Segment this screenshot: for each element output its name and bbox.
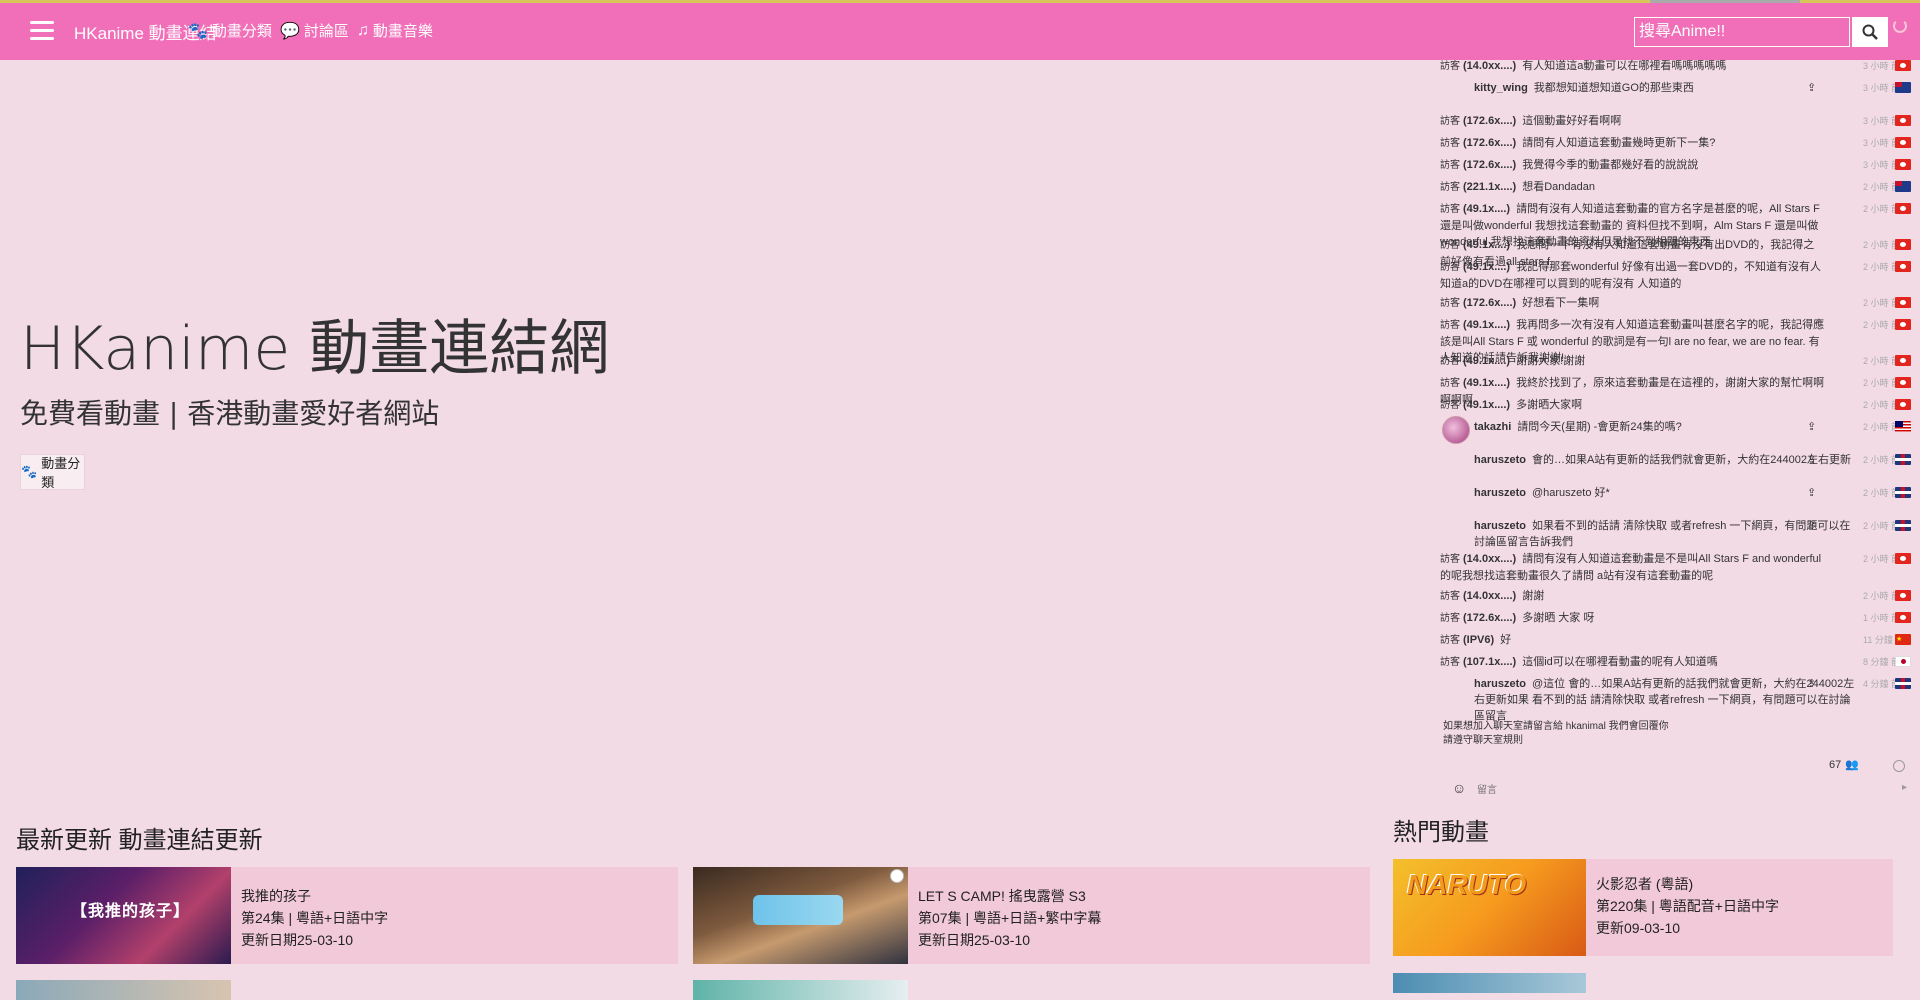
chat-notice: 如果想加入聊天室請留言給 hkanimal 我們會回覆你 請遵守聊天室規則: [1443, 721, 1669, 746]
anime-episode: 第220集 | 粵語配音+日語中字: [1596, 898, 1779, 914]
anime-title[interactable]: 我推的孩子: [241, 885, 388, 907]
hk-flag-icon: [1895, 319, 1911, 330]
chat-message: 訪客 (107.1x....) 這個id可以在哪裡看動畫的呢有人知道嗎 8 分鐘 前: [1440, 654, 1911, 671]
share-icon[interactable]: ⇪: [1807, 452, 1816, 468]
chat-message: 訪客 (14.0xx....) 有人知道這a動畫可以在哪裡看嗎嗎嗎嗎嗎 3 小時 前: [1440, 58, 1911, 75]
nav-item-categories[interactable]: 🐾 動畫分類: [188, 20, 272, 41]
send-arrow-icon[interactable]: ▸: [1902, 782, 1907, 793]
music-icon: ♫: [356, 21, 369, 39]
hk-flag-icon: [1895, 297, 1911, 308]
chat-message: 訪客 (IPV6) 好 11 分鐘 前: [1440, 632, 1911, 649]
gb-flag-icon: [1895, 454, 1911, 465]
chat-message: 訪客 (49.1x....) 謝謝大家!謝謝 2 小時 前: [1440, 353, 1911, 370]
share-icon[interactable]: ⇪: [1807, 419, 1816, 435]
status-circle-icon[interactable]: [1893, 760, 1905, 772]
jp-flag-icon: [1895, 656, 1911, 667]
comments-icon: 💬: [279, 22, 300, 40]
anime-date: 更新日期25-03-10: [918, 932, 1031, 948]
nav-item-music[interactable]: ♫ 動畫音樂: [357, 20, 433, 41]
gb-flag-icon: [1895, 487, 1911, 498]
chat-message: 訪客 (221.1x....) 想看Dandadan 2 小時 前: [1440, 179, 1911, 196]
hk-flag-icon: [1895, 203, 1911, 214]
anime-thumbnail[interactable]: [16, 980, 231, 1000]
main-nav: 🐾 動畫分類 💬 討論區 ♫ 動畫音樂: [188, 20, 433, 41]
chat-message: 訪客 (14.0xx....) 請問有沒有人知道這套動畫是不是叫All Stars …: [1440, 551, 1911, 584]
hk-flag-icon: [1895, 137, 1911, 148]
anime-episode: 第07集 | 粵語+日語+繁中字幕: [918, 910, 1102, 926]
hero-title: HKanime 動畫連結網: [20, 314, 610, 384]
chat-message: haruszeto @這位 會的…如果A站有更新的話我們就會更新，大約在24400…: [1440, 676, 1911, 724]
chat-message: 訪客 (172.6x....) 請問有人知道這套動畫幾時更新下一集? 3 小時 前: [1440, 135, 1911, 152]
chat-message: 訪客 (49.1x....) 多謝晒大家啊 2 小時 前: [1440, 397, 1911, 414]
popular-section-title: 熱門動畫: [1393, 819, 1489, 846]
au-flag-icon: [1895, 181, 1911, 192]
chat-message: 訪客 (172.6x....) 好想看下一集啊 2 小時 前: [1440, 295, 1911, 312]
share-icon[interactable]: ⇪: [1807, 676, 1816, 692]
chat-box: 訪客 (14.0xx....) 有人知道這a動畫可以在哪裡看嗎嗎嗎嗎嗎 3 小時 前 …: [1440, 56, 1911, 750]
chat-message: 訪客 (172.6x....) 這個動畫好好看啊啊 3 小時 前: [1440, 113, 1911, 130]
nav-item-forum[interactable]: 💬 討論區: [280, 20, 349, 41]
anime-title[interactable]: 火影忍者 (粵語): [1596, 873, 1779, 895]
chat-message-input[interactable]: [1475, 781, 1875, 799]
au-flag-icon: [1895, 82, 1911, 93]
hk-flag-icon: [1895, 261, 1911, 272]
share-icon[interactable]: ⇪: [1807, 485, 1816, 501]
chat-message: haruszeto 會的…如果A站有更新的話我們就會更新，大約在244002左右更…: [1440, 452, 1911, 468]
chat-message: 訪客 (49.1x....) 我記得那套wonderful 好像有出過一套DVD的，…: [1440, 259, 1911, 292]
hk-flag-icon: [1895, 612, 1911, 623]
emoji-icon[interactable]: ☺: [1452, 780, 1466, 796]
chat-message: 訪客 (172.6x....) 多謝晒 大家 呀1 小時 前: [1440, 610, 1911, 627]
anime-thumbnail[interactable]: [693, 867, 908, 964]
paw-icon: 🐾: [188, 22, 208, 40]
gb-flag-icon: [1895, 520, 1911, 531]
online-count: 67 👥: [1829, 758, 1859, 772]
hk-flag-icon: [1895, 355, 1911, 366]
anime-card[interactable]: 【我推的孩子】 我推的孩子 第24集 | 粵語+日語中字 更新日期25-03-1…: [16, 867, 678, 964]
anime-date: 更新09-03-10: [1596, 920, 1681, 936]
hero-categories-button[interactable]: 🐾 動畫分類: [20, 454, 85, 490]
top-navbar: HKanime 動畫連結 🐾 動畫分類 💬 討論區 ♫ 動畫音樂: [0, 3, 1920, 60]
hk-flag-icon: [1895, 399, 1911, 410]
anime-thumbnail[interactable]: [1393, 973, 1586, 993]
search-input[interactable]: [1634, 17, 1850, 47]
anime-thumbnail[interactable]: 【我推的孩子】: [16, 867, 231, 964]
hk-flag-icon: [1895, 159, 1911, 170]
chat-message: kitty_wing 我都想知道想知道GO的那些東西 ⇪ 3 小時 前: [1440, 80, 1911, 96]
anime-card[interactable]: LET S CAMP! 搖曳露營 S3 第07集 | 粵語+日語+繁中字幕 更新…: [693, 867, 1370, 964]
search-icon: [1862, 24, 1878, 40]
anime-thumbnail[interactable]: [693, 980, 908, 1000]
avatar[interactable]: [1442, 416, 1470, 444]
share-icon[interactable]: ⇪: [1807, 518, 1816, 534]
users-icon: 👥: [1845, 759, 1859, 771]
chat-message: takazhi 請問今天(星期) -會更新24集的嗎? ⇪ 2 小時 前: [1440, 416, 1911, 444]
chat-message: haruszeto @haruszeto 好* ⇪ 2 小時 前: [1440, 485, 1911, 501]
loading-spinner-icon: [1893, 19, 1907, 33]
my-flag-icon: [1895, 421, 1911, 432]
paw-icon: 🐾: [21, 464, 38, 479]
anime-date: 更新日期25-03-10: [241, 932, 354, 948]
anime-title[interactable]: LET S CAMP! 搖曳露營 S3: [918, 885, 1101, 907]
hk-flag-icon: [1895, 239, 1911, 250]
chat-message: haruszeto 如果看不到的話請 清除快取 或者refresh 一下網頁，有問…: [1440, 518, 1911, 550]
anime-thumbnail[interactable]: NARUTO: [1393, 859, 1586, 956]
chat-message: 訪客 (14.0xx....) 謝謝 2 小時 前: [1440, 588, 1911, 605]
cn-flag-icon: [1895, 632, 1911, 648]
hk-flag-icon: [1895, 553, 1911, 564]
show-logo: [753, 895, 843, 925]
hk-flag-icon: [1895, 60, 1911, 71]
hero-subtitle: 免費看動畫 | 香港動畫愛好者網站: [20, 397, 440, 430]
share-icon[interactable]: ⇪: [1807, 80, 1816, 96]
badge-icon: [890, 869, 904, 883]
hk-flag-icon: [1895, 590, 1911, 601]
anime-episode: 第24集 | 粵語+日語中字: [241, 910, 389, 926]
anime-card[interactable]: NARUTO 火影忍者 (粵語) 第220集 | 粵語配音+日語中字 更新09-…: [1393, 859, 1893, 956]
latest-section-title: 最新更新 動畫連結更新: [16, 827, 263, 854]
hk-flag-icon: [1895, 115, 1911, 126]
search-button[interactable]: [1852, 17, 1888, 47]
chat-message: 訪客 (172.6x....) 我覺得今季的動畫都幾好看的說說說 3 小時 前: [1440, 157, 1911, 174]
gb-flag-icon: [1895, 678, 1911, 689]
hamburger-menu-icon[interactable]: [30, 21, 54, 43]
hk-flag-icon: [1895, 377, 1911, 388]
